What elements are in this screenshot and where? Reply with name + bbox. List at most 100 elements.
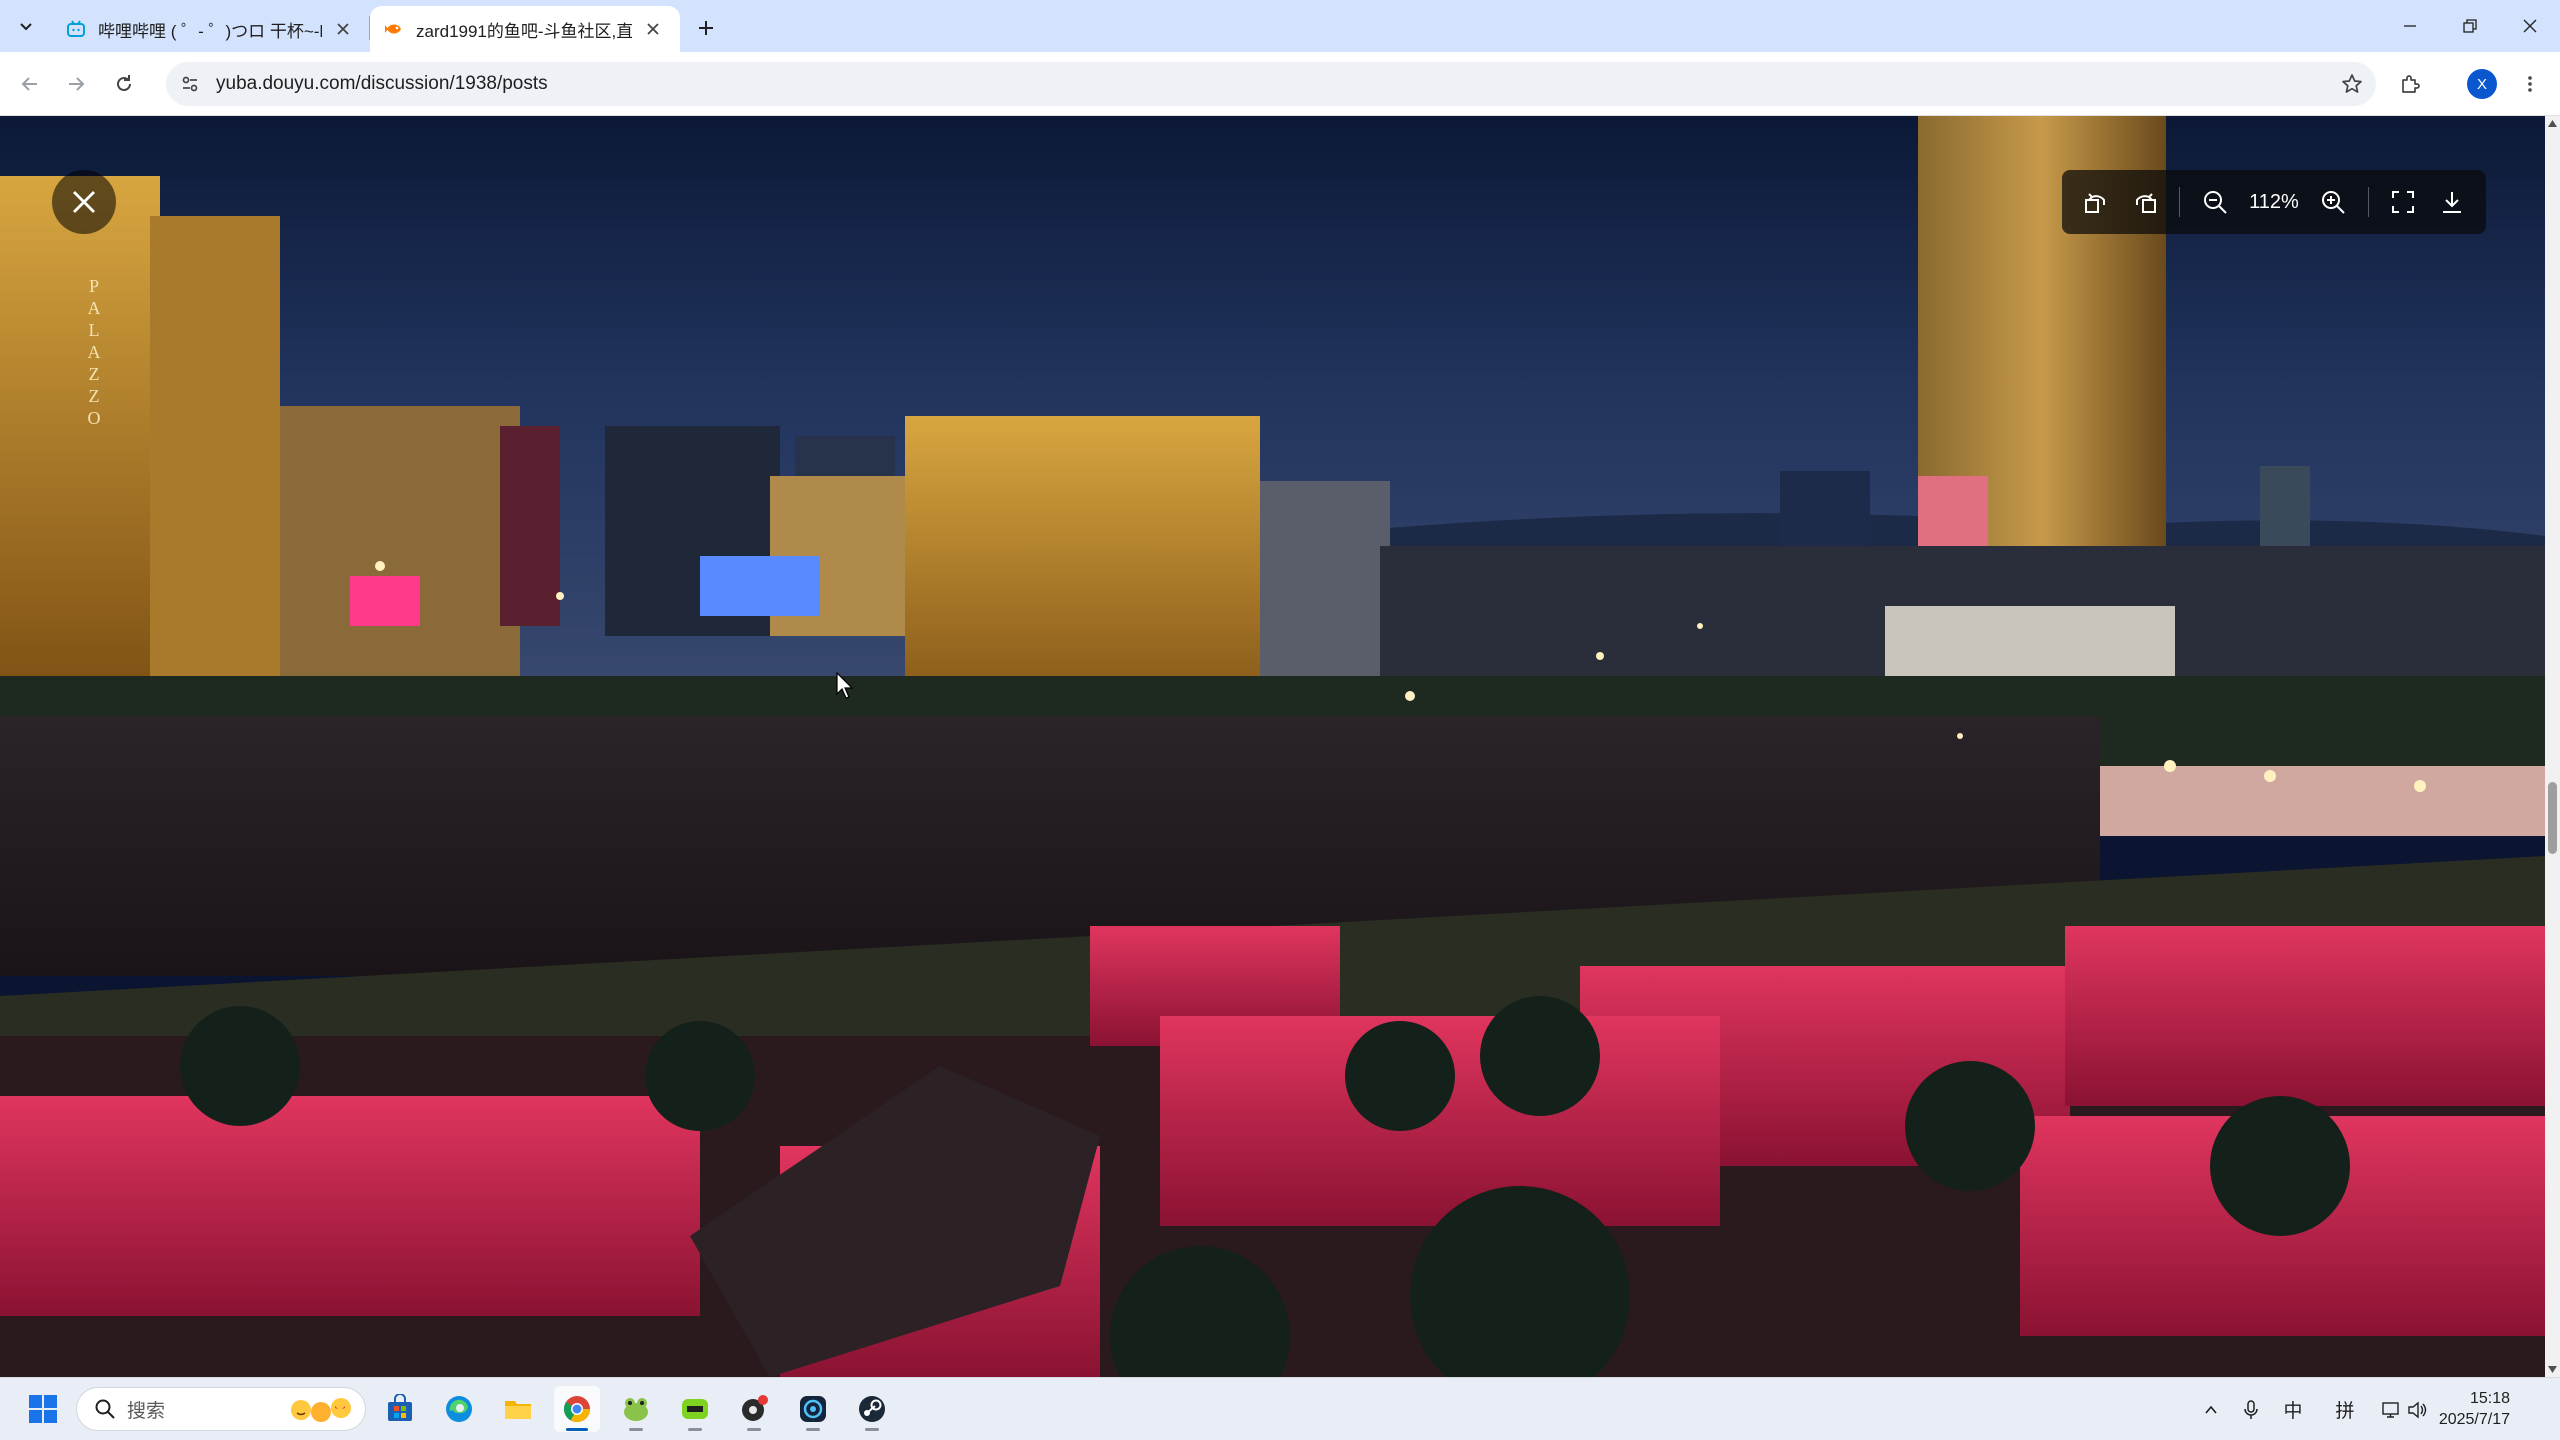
arrow-left-icon — [21, 77, 37, 91]
tray-overflow-button[interactable] — [2196, 1378, 2226, 1440]
microphone-icon — [2244, 1399, 2258, 1419]
fullscreen-button[interactable] — [2379, 177, 2428, 227]
running-indicator — [629, 1428, 643, 1431]
profile-avatar[interactable]: X — [2467, 69, 2497, 99]
toolbar-separator — [2367, 187, 2369, 217]
zoom-in-button[interactable] — [2309, 177, 2358, 227]
close-viewer-button[interactable] — [52, 170, 116, 234]
running-indicator — [747, 1428, 761, 1431]
windows-start-icon — [29, 1395, 57, 1423]
tray-ime-mode[interactable]: 拼 — [2330, 1378, 2360, 1440]
tab-close-button[interactable] — [640, 16, 666, 42]
taskbar-circle-app[interactable] — [790, 1386, 836, 1432]
puzzle-icon — [2402, 75, 2420, 93]
ime-mode-label: 拼 — [2335, 1401, 2355, 1422]
image-viewer: PALAZZO 112% — [0, 116, 2545, 1377]
reload-button[interactable] — [106, 66, 142, 102]
taskbar-frog-app[interactable] — [613, 1386, 659, 1432]
download-icon — [2442, 192, 2461, 213]
tab-search-button[interactable] — [6, 10, 46, 44]
window-controls — [2380, 0, 2560, 52]
mouse-cursor-icon — [836, 672, 854, 699]
close-window-button[interactable] — [2500, 0, 2560, 52]
tab-close-button[interactable] — [330, 16, 356, 42]
running-indicator — [865, 1428, 879, 1431]
palazzo-sign: PALAZZO — [84, 276, 104, 430]
taskbar-chrome[interactable] — [554, 1386, 600, 1432]
triangle-down-icon — [2548, 1366, 2557, 1373]
emoji-faces-icon — [291, 1398, 351, 1422]
zoom-level: 112% — [2249, 190, 2299, 213]
tray-microphone[interactable] — [2236, 1378, 2266, 1440]
taskbar-media-app[interactable] — [731, 1386, 777, 1432]
plus-icon — [699, 21, 713, 35]
scroll-up-arrow[interactable] — [2545, 116, 2560, 131]
rotate-left-button[interactable] — [2072, 177, 2121, 227]
running-indicator — [806, 1428, 820, 1431]
toolbar-separator — [2179, 187, 2181, 217]
rotate-left-icon — [2085, 193, 2106, 213]
search-icon — [93, 1397, 117, 1421]
chrome-icon — [563, 1396, 591, 1423]
minimize-icon — [2404, 25, 2416, 27]
close-icon — [2523, 19, 2537, 33]
windows-taskbar: 搜索 中 拼 15:18 2025/7/17 — [0, 1377, 2560, 1440]
tray-ime-language[interactable]: 中 — [2278, 1378, 2308, 1440]
new-tab-button[interactable] — [690, 12, 722, 44]
file-explorer-icon — [505, 1401, 531, 1419]
close-icon — [647, 23, 659, 35]
clock-date: 2025/7/17 — [2438, 1411, 2510, 1428]
triangle-up-icon — [2548, 120, 2557, 127]
taskbar-steam[interactable] — [849, 1386, 895, 1432]
scroll-down-arrow[interactable] — [2545, 1362, 2560, 1377]
back-button[interactable] — [12, 66, 48, 102]
running-indicator — [566, 1428, 588, 1431]
forward-button[interactable] — [58, 66, 94, 102]
rotate-right-button[interactable] — [2121, 177, 2170, 227]
taskbar-file-explorer[interactable] — [495, 1386, 541, 1432]
fullscreen-icon — [2391, 191, 2414, 213]
taskbar-search[interactable]: 搜索 — [76, 1387, 366, 1431]
bookmark-star-icon[interactable] — [2338, 70, 2366, 98]
zoom-out-icon — [2203, 191, 2227, 214]
browser-menu-button[interactable] — [2512, 66, 2548, 102]
reload-icon — [117, 75, 131, 91]
close-icon — [73, 191, 95, 213]
media-app-icon — [742, 1395, 768, 1421]
site-info-icon[interactable] — [176, 70, 204, 98]
profile-initial: X — [2476, 75, 2487, 93]
circle-app-icon — [800, 1396, 826, 1422]
start-button[interactable] — [20, 1386, 66, 1432]
image-toolbar: 112% — [2062, 170, 2486, 234]
edge-icon — [446, 1396, 472, 1422]
close-icon — [337, 23, 349, 35]
ime-language-label: 中 — [2283, 1401, 2303, 1422]
viewed-photo — [0, 116, 2545, 1377]
steam-icon — [859, 1396, 885, 1422]
tab-title: zard1991的鱼吧-斗鱼社区,直播 — [416, 21, 632, 41]
browser-toolbar: yuba.douyu.com/discussion/1938/posts X — [0, 52, 2560, 116]
bilibili-tv-icon — [66, 19, 86, 39]
taskbar-store[interactable] — [377, 1386, 423, 1432]
frog-app-icon — [624, 1398, 648, 1421]
arrow-right-icon — [69, 77, 85, 91]
rotate-right-icon — [2135, 193, 2156, 213]
chevron-down-icon — [20, 23, 32, 31]
minimize-button[interactable] — [2380, 0, 2440, 52]
page-scrollbar[interactable] — [2545, 116, 2560, 1377]
running-indicator — [688, 1428, 702, 1431]
address-bar[interactable]: yuba.douyu.com/discussion/1938/posts — [166, 62, 2376, 106]
chevron-up-icon — [2205, 1405, 2217, 1414]
tab-strip: 哔哩哔哩 ( ゜- ゜)つロ 干杯~-bilibili zard1991的鱼吧-… — [0, 0, 2560, 52]
taskbar-kook[interactable] — [672, 1386, 718, 1432]
tab-douyu[interactable]: zard1991的鱼吧-斗鱼社区,直播 — [370, 6, 680, 52]
tab-title: 哔哩哔哩 ( ゜- ゜)つロ 干杯~-bilibili — [98, 21, 322, 41]
restore-button[interactable] — [2440, 0, 2500, 52]
download-button[interactable] — [2427, 177, 2476, 227]
taskbar-edge[interactable] — [436, 1386, 482, 1432]
zoom-out-button[interactable] — [2190, 177, 2239, 227]
extensions-button[interactable] — [2392, 66, 2428, 102]
tab-bilibili[interactable]: 哔哩哔哩 ( ゜- ゜)つロ 干杯~-bilibili — [52, 6, 370, 52]
scroll-thumb[interactable] — [2548, 782, 2557, 854]
taskbar-clock[interactable]: 15:18 2025/7/17 — [2410, 1388, 2510, 1430]
